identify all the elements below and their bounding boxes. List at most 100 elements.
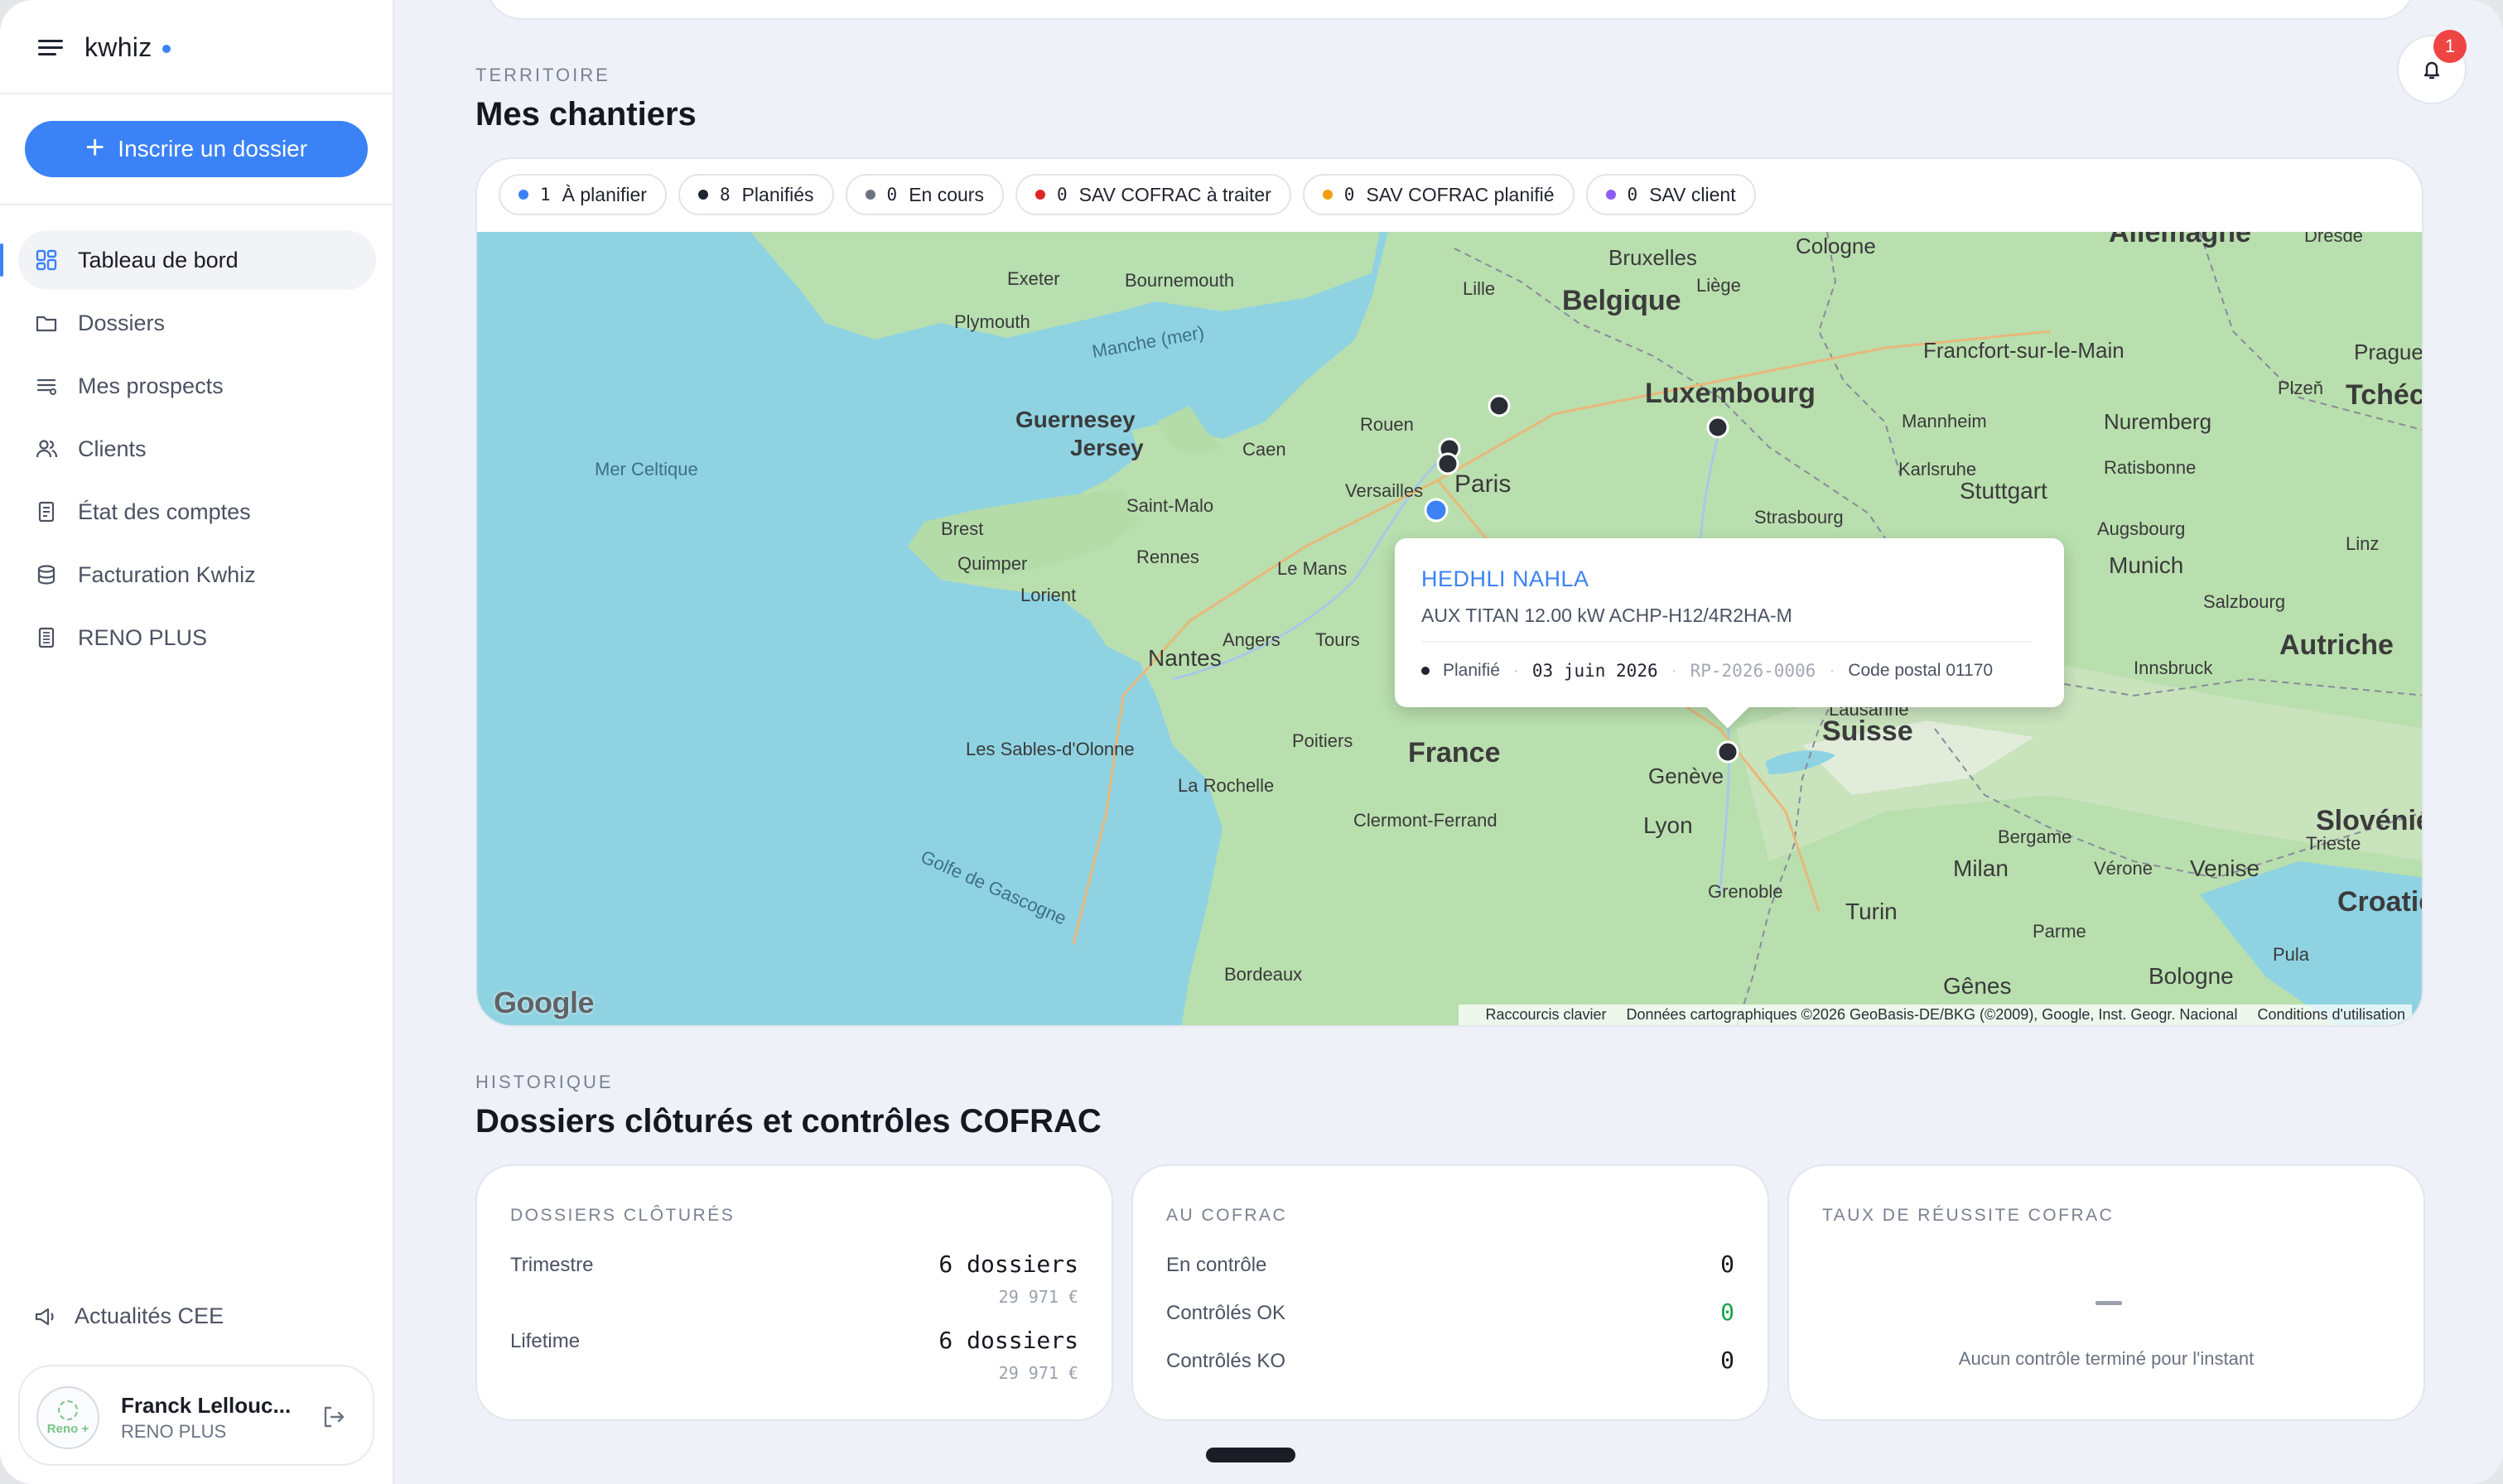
chip-count: 0 bbox=[886, 185, 898, 205]
divider bbox=[0, 204, 394, 205]
sidebar-item-dossiers[interactable]: Dossiers bbox=[18, 293, 376, 353]
status-dot bbox=[1322, 190, 1333, 200]
new-dossier-label: Inscrire un dossier bbox=[118, 136, 308, 161]
new-dossier-button[interactable]: + Inscrire un dossier bbox=[25, 121, 368, 177]
database-icon bbox=[35, 563, 58, 586]
card-title: AU COFRAC bbox=[1166, 1206, 1288, 1225]
city-label: Cologne bbox=[1796, 234, 1876, 258]
logout-icon[interactable] bbox=[320, 1403, 348, 1431]
map-attribution: Raccourcis clavier Données cartographiqu… bbox=[1459, 1005, 2412, 1025]
popup-postal: Code postal 01170 bbox=[1848, 661, 1994, 680]
map-marker-selected[interactable] bbox=[1716, 740, 1739, 764]
filter-chip-sav-cofrac-planifie[interactable]: 0 SAV COFRAC planifié bbox=[1302, 174, 1575, 215]
city-label: Innsbruck bbox=[2134, 658, 2213, 678]
sidebar-item-dashboard[interactable]: Tableau de bord bbox=[0, 230, 376, 290]
popup-client-name[interactable]: HEDHLI NAHLA bbox=[1421, 566, 1589, 592]
sidebar-item-accounts[interactable]: État des comptes bbox=[18, 482, 376, 542]
city-label: Karlsruhe bbox=[1898, 459, 1976, 479]
city-label: Liège bbox=[1696, 275, 1741, 296]
city-label: Lorient bbox=[1020, 585, 1076, 605]
island-label: Guernesey bbox=[1015, 407, 1136, 432]
country-label: Luxembourg bbox=[1645, 378, 1816, 409]
chip-label: Planifiés bbox=[741, 183, 814, 205]
chip-count: 1 bbox=[540, 185, 551, 205]
chip-label: SAV COFRAC planifié bbox=[1366, 183, 1555, 205]
city-label: Bruxelles bbox=[1608, 245, 1697, 270]
city-label: Dresde bbox=[2304, 232, 2363, 246]
stat-amount: 29 971 € bbox=[998, 1287, 1078, 1307]
filter-chip-sav-client[interactable]: 0 SAV client bbox=[1585, 174, 1756, 215]
city-label: Clermont-Ferrand bbox=[1353, 810, 1497, 831]
marker-popup[interactable]: HEDHLI NAHLA AUX TITAN 12.00 kW ACHP-H12… bbox=[1395, 538, 2064, 707]
popup-status: Planifié bbox=[1443, 661, 1500, 680]
island-label: Jersey bbox=[1070, 435, 1144, 460]
sidebar-item-label: État des comptes bbox=[78, 499, 251, 524]
history-title: Dossiers clôturés et contrôles COFRAC bbox=[475, 1103, 1102, 1140]
stat-value: 0 bbox=[1720, 1298, 1734, 1326]
brand: kwhiz bbox=[38, 26, 171, 68]
map-data-credit: Données cartographiques ©2026 GeoBasis-D… bbox=[1626, 1006, 2238, 1023]
city-label: Augsbourg bbox=[2097, 518, 2185, 539]
card-title: DOSSIERS CLÔTURÉS bbox=[510, 1206, 735, 1225]
keyboard-shortcuts-link[interactable]: Raccourcis clavier bbox=[1485, 1006, 1606, 1024]
sidebar-item-label: Clients bbox=[78, 436, 147, 461]
sidebar-item-prospects[interactable]: Mes prospects bbox=[18, 356, 376, 416]
menu-icon[interactable] bbox=[38, 38, 63, 56]
sidebar-item-reno-plus[interactable]: RENO PLUS bbox=[18, 608, 376, 667]
stat-label: Trimestre bbox=[510, 1254, 594, 1276]
city-label: Plymouth bbox=[954, 311, 1030, 332]
filter-chip-en-cours[interactable]: 0 En cours bbox=[845, 174, 1004, 215]
divider bbox=[0, 93, 394, 94]
territory-title: Mes chantiers bbox=[475, 96, 697, 132]
closed-dossiers-card: DOSSIERS CLÔTURÉS Trimestre 6 dossiers 2… bbox=[475, 1164, 1113, 1421]
city-label: Quimper bbox=[957, 553, 1027, 574]
status-dot bbox=[1034, 190, 1045, 200]
city-label: Stuttgart bbox=[1960, 478, 2047, 504]
success-rate-card: TAUX DE RÉUSSITE COFRAC Aucun contrôle t… bbox=[1787, 1164, 2425, 1421]
brand-status-dot bbox=[162, 45, 171, 53]
city-label: Caen bbox=[1242, 439, 1286, 460]
news-label: Actualités CEE bbox=[75, 1303, 224, 1328]
country-label: Allemagne bbox=[2109, 232, 2251, 248]
map-marker-planifie[interactable] bbox=[1706, 416, 1729, 439]
map-marker-a-planifier[interactable] bbox=[1424, 498, 1449, 523]
chip-label: À planifier bbox=[562, 183, 647, 205]
user-name: Franck Lellouc... bbox=[121, 1393, 292, 1418]
receipt-icon bbox=[35, 500, 58, 523]
dashboard-icon bbox=[35, 248, 58, 272]
separator: · bbox=[1512, 661, 1519, 680]
map-marker-planifie[interactable] bbox=[1488, 394, 1511, 417]
sidebar-item-label: Dossiers bbox=[78, 310, 166, 335]
terms-link[interactable]: Conditions d'utilisation bbox=[2257, 1006, 2405, 1024]
sidebar-item-billing[interactable]: Facturation Kwhiz bbox=[18, 545, 376, 605]
user-card[interactable]: Reno + Franck Lellouc... RENO PLUS bbox=[18, 1365, 374, 1466]
city-label: Paris bbox=[1454, 470, 1511, 498]
filter-chip-sav-cofrac-a-traiter[interactable]: 0 SAV COFRAC à traiter bbox=[1015, 174, 1291, 215]
city-label: Milan bbox=[1953, 855, 2009, 881]
city-label: Venise bbox=[2190, 855, 2259, 881]
folder-icon bbox=[35, 311, 58, 335]
city-label: Nantes bbox=[1148, 645, 1222, 671]
status-dot bbox=[518, 190, 528, 200]
sea-label: Mer Celtique bbox=[595, 459, 698, 479]
map[interactable]: Allemagne Belgique Luxembourg France Sui… bbox=[477, 232, 2422, 1025]
home-indicator[interactable] bbox=[1206, 1448, 1295, 1462]
news-link[interactable]: Actualités CEE bbox=[33, 1303, 224, 1329]
city-label: Tours bbox=[1315, 629, 1360, 650]
map-card: 1 À planifier 8 Planifiés 0 En cours 0 S… bbox=[475, 157, 2423, 1027]
stat-label: En contrôle bbox=[1166, 1254, 1267, 1276]
stat-value: 0 bbox=[1720, 1250, 1734, 1278]
divider bbox=[1421, 641, 2031, 643]
filter-chip-planifies[interactable]: 8 Planifiés bbox=[678, 174, 834, 215]
map-marker-planifie[interactable] bbox=[1436, 452, 1459, 475]
city-label: Versailles bbox=[1345, 480, 1423, 501]
city-label: Poitiers bbox=[1292, 730, 1353, 751]
city-label: Pula bbox=[2273, 944, 2310, 965]
filter-chip-a-planifier[interactable]: 1 À planifier bbox=[499, 174, 667, 215]
territory-eyebrow: TERRITOIRE bbox=[475, 65, 610, 85]
sidebar-item-clients[interactable]: Clients bbox=[18, 419, 376, 479]
city-label: Saint-Malo bbox=[1126, 495, 1213, 516]
city-label: Lyon bbox=[1643, 812, 1693, 838]
bell-icon bbox=[2423, 61, 2440, 80]
city-label: Vérone bbox=[2094, 858, 2153, 879]
